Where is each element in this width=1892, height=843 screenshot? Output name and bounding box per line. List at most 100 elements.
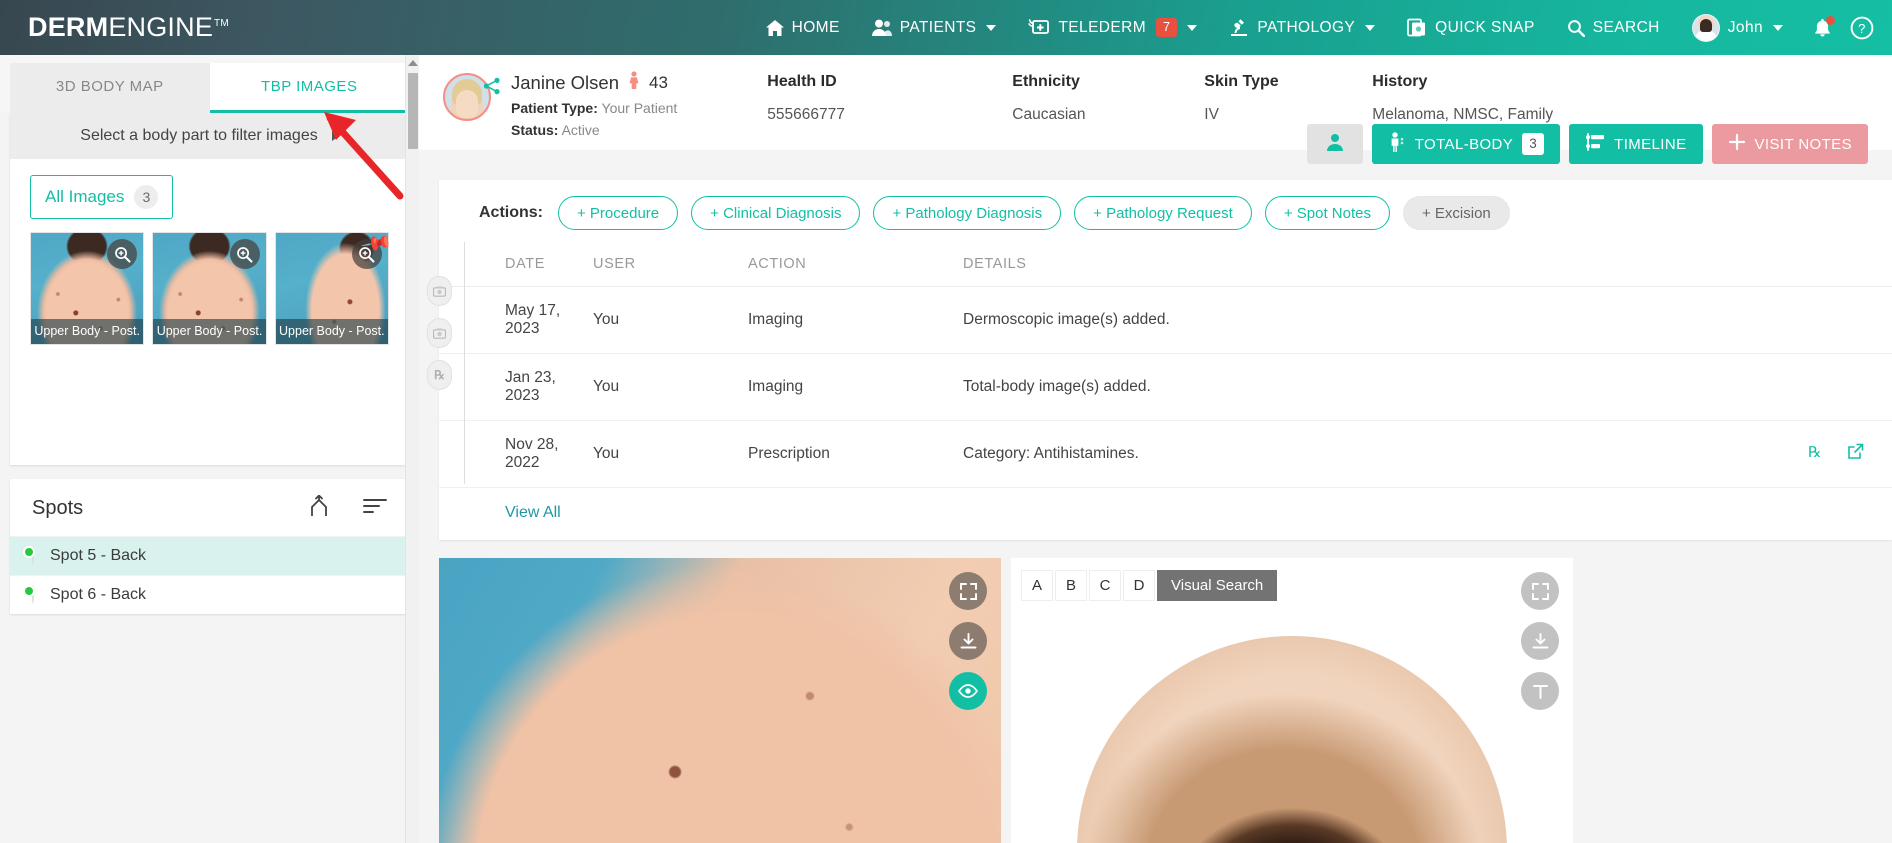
add-pathology-request-button[interactable]: + Pathology Request [1074,196,1252,230]
column-header-row-actions [1581,246,1892,287]
left-panel-tabs: 3D BODY MAP TBP IMAGES [0,55,419,113]
nav-item-home-label: HOME [791,18,840,36]
chevron-down-icon [1365,24,1376,31]
eye-icon[interactable] [949,672,987,710]
table-row[interactable]: Jan 23, 2023 You Imaging Total-body imag… [439,353,1892,421]
patient-info: Janine Olsen 43 Patient Type: Your Patie… [511,71,677,138]
cell-user: You [585,286,740,354]
thumbnail-caption: Upper Body - Post. [153,319,266,344]
scrollbar-thumb[interactable] [408,73,418,149]
nav-item-search[interactable]: SEARCH [1551,0,1676,55]
tab-b[interactable]: B [1055,570,1087,601]
add-excision-button[interactable]: + Excision [1402,196,1510,230]
visit-notes-label: VISIT NOTES [1754,135,1852,153]
spot-label: Spot 5 - Back [50,547,147,564]
tab-visual-search[interactable]: Visual Search [1157,570,1278,601]
share-icon[interactable] [483,77,501,138]
cell-row-actions [1581,353,1892,421]
nav-item-user-menu[interactable]: John [1676,0,1799,55]
table-header-row: DATE USER ACTION DETAILS [439,246,1892,287]
chevron-right-icon [331,131,339,141]
telederm-count-badge: 7 [1156,17,1178,38]
left-panel-scrollbar[interactable] [405,55,419,843]
zoom-in-icon[interactable] [229,239,260,269]
text-icon[interactable] [1521,672,1559,710]
home-icon [765,19,784,36]
app-logo[interactable]: DERM ENGINE TM [28,12,229,43]
log-row-icon-prescription: ℞ [427,360,452,390]
activity-log-table: DATE USER ACTION DETAILS May 17, 2023 Yo… [439,246,1892,488]
spot-list-item[interactable]: Spot 5 - Back [10,536,409,575]
nav-item-notifications[interactable] [1799,0,1846,55]
all-images-count: 3 [134,185,159,209]
log-row-icon-camera [427,276,452,306]
open-external-icon[interactable] [1847,443,1864,464]
cell-details: Dermoscopic image(s) added. [955,286,1582,354]
notification-dot [1826,15,1835,25]
sort-icon[interactable] [363,498,387,519]
nav-item-help[interactable]: ? [1846,0,1884,55]
field-value: Caucasian [1012,106,1086,123]
all-images-filter-button[interactable]: All Images 3 [30,175,174,219]
body-part-filter[interactable]: Select a body part to filter images [10,113,409,159]
chevron-down-icon [1187,24,1198,31]
page-body: 3D BODY MAP TBP IMAGES Select a body par… [0,55,1892,843]
add-pathology-diagnosis-button[interactable]: + Pathology Diagnosis [873,196,1062,230]
logo-bold-text: DERM [28,12,109,42]
total-body-button[interactable]: TOTAL-BODY 3 [1371,124,1561,164]
spot-list-item[interactable]: Spot 6 - Back [10,575,409,614]
column-header-details: DETAILS [955,246,1582,287]
view-all-link[interactable]: View All [439,488,1892,540]
table-row[interactable]: May 17, 2023 You Imaging Dermoscopic ima… [439,286,1892,354]
thumbnail-item[interactable]: Upper Body - Post. [30,232,145,345]
fullscreen-icon[interactable] [1521,572,1559,610]
body-compare-icon[interactable] [309,494,329,522]
clinical-image-viewer[interactable] [439,558,1001,843]
nav-item-quick-snap[interactable]: QUICK SNAP [1391,0,1551,55]
cell-date: Nov 28, 2022 [439,420,585,488]
download-icon[interactable] [949,622,987,660]
cell-action: Imaging [740,286,955,354]
add-procedure-button[interactable]: + Procedure [558,196,679,230]
patient-type-line: Patient Type: Your Patient [511,100,677,116]
zoom-in-icon[interactable] [107,239,138,269]
cell-action: Prescription [740,420,955,488]
nav-item-telederm[interactable]: TELEDERM 7 [1012,0,1213,55]
total-body-label: TOTAL-BODY [1414,135,1514,153]
avatar [1691,13,1720,42]
top-navigation-bar: DERMENGINETM HOME PATIENTS TELEDERM 7 [0,0,1892,55]
cell-user: You [585,353,740,421]
cell-details: Category: Antihistamines. [955,420,1582,488]
bell-icon [1813,15,1835,38]
nav-item-pathology[interactable]: PATHOLOGY [1213,0,1391,55]
tab-tbp-images[interactable]: TBP IMAGES [209,63,409,113]
fullscreen-icon[interactable] [949,572,987,610]
tab-d[interactable]: D [1123,570,1155,601]
tab-a[interactable]: A [1021,570,1053,601]
nav-item-home[interactable]: HOME [750,0,856,55]
patient-profile-button[interactable] [1306,124,1363,164]
table-row[interactable]: Nov 28, 2022 You Prescription Category: … [439,420,1892,488]
rx-icon[interactable]: ℞ [1808,445,1829,464]
add-clinical-diagnosis-button[interactable]: + Clinical Diagnosis [691,196,861,230]
plus-icon [1728,133,1746,155]
thumbnail-list: Upper Body - Post. Upper Body - Post. Up… [10,219,409,345]
timeline-button[interactable]: TIMELINE [1569,124,1703,164]
tab-3d-body-map[interactable]: 3D BODY MAP [10,63,210,113]
dermoscopic-tabs: A B C D Visual Search [1021,570,1278,601]
timeline-label: TIMELINE [1614,135,1687,153]
spots-title: Spots [32,497,84,519]
tab-c[interactable]: C [1089,570,1121,601]
patient-name: Janine Olsen [511,71,619,93]
nav-item-patients[interactable]: PATIENTS [856,0,1013,55]
column-header-user: USER [585,246,740,287]
spot-thumbnail [23,546,35,565]
thumbnail-item[interactable]: Upper Body - Post. [152,232,267,345]
visit-notes-button[interactable]: VISIT NOTES [1711,124,1868,164]
timeline-rail [464,242,465,484]
dermoscopic-image-viewer[interactable]: A B C D Visual Search [1011,558,1573,843]
scroll-up-arrow[interactable] [407,60,418,66]
download-icon[interactable] [1521,622,1559,660]
log-row-icon-camera [427,318,452,348]
add-spot-notes-button[interactable]: + Spot Notes [1264,196,1390,230]
